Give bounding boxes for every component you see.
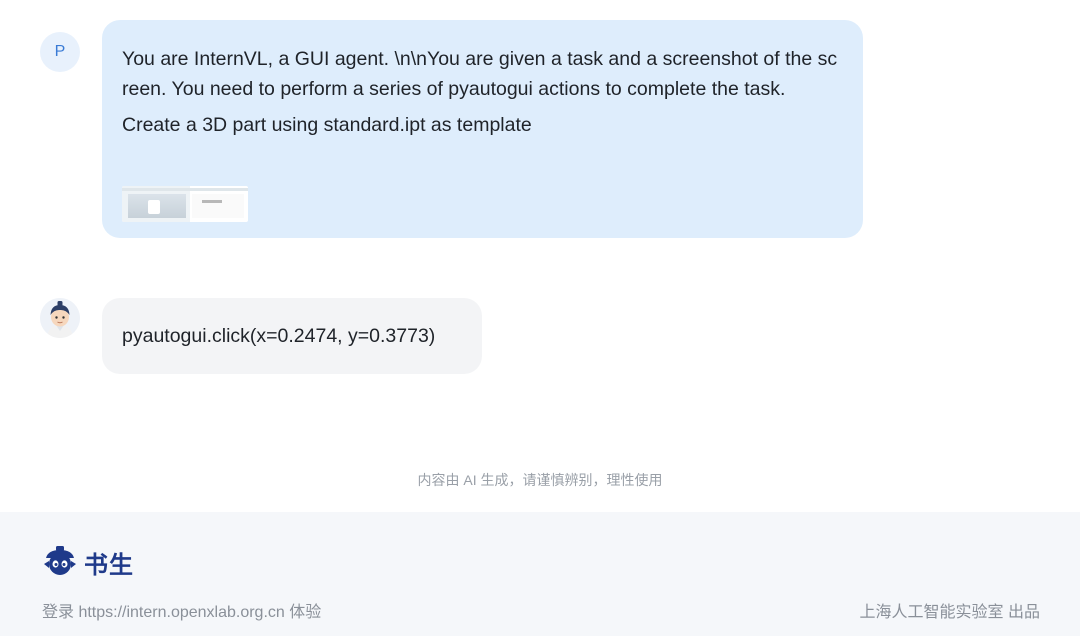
assistant-reply-text: pyautogui.click(x=0.2474, y=0.3773) [122,324,436,347]
user-message-bubble: You are InternVL, a GUI agent. \n\nYou a… [102,20,863,238]
user-prompt-text: You are InternVL, a GUI agent. \n\nYou a… [122,48,838,100]
footer-publisher: 上海人工智能实验室 出品 [859,604,1040,621]
scholar-mascot-icon [40,298,80,338]
thumbnail-label [202,200,222,203]
user-avatar-letter: P [54,43,66,60]
footer-logo-text: 书生 [84,551,134,579]
footer-login-link[interactable]: 登录 https://intern.openxlab.org.cn 体验 [42,598,321,622]
chat-area: P You are InternVL, a GUI agent. \n\nYou… [0,0,1080,512]
footer-logo: 书生 [42,542,134,582]
ai-disclaimer: 内容由 AI 生成，请谨慎辨别，理性使用 [417,472,663,488]
screenshot-thumbnail[interactable] [122,186,248,222]
assistant-message-bubble: pyautogui.click(x=0.2474, y=0.3773) [102,298,482,374]
thumbnail-side-panel [192,194,244,218]
thumbnail-part-shape [148,200,160,214]
thumbnail-toolbar [122,188,248,191]
user-avatar: P [40,32,80,72]
footer: 书生 登录 https://intern.openxlab.org.cn 体验 … [0,512,1080,636]
assistant-avatar [40,298,80,338]
user-task-text: Create a 3D part using standard.ipt as t… [122,114,532,136]
intern-logo-icon [44,546,76,575]
